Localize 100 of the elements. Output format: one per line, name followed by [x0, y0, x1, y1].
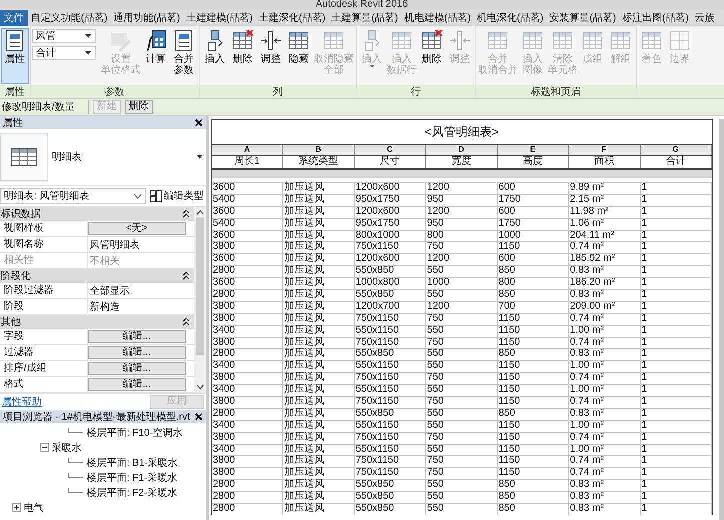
ribbon-tab[interactable]: 机电建模(品茗) — [401, 10, 474, 26]
column-letter[interactable]: G — [640, 145, 712, 155]
table-cell: 0.74 m² — [569, 242, 641, 254]
close-icon[interactable] — [195, 412, 203, 420]
column-header[interactable]: 高度 — [498, 156, 570, 168]
ribbon-button[interactable]: 隐藏 — [285, 28, 313, 84]
tree-item[interactable]: 楼层平面: B1-采暖水 — [87, 456, 178, 470]
ribbon-tab[interactable]: 通用功能(品茗) — [110, 10, 184, 26]
expander-icon[interactable] — [12, 503, 21, 512]
ribbon-tab[interactable]: 土建建模(品茗) — [183, 10, 256, 26]
ribbon-tab[interactable]: 云族 — [692, 10, 718, 26]
column-header[interactable]: 面积 — [569, 156, 641, 168]
context-button[interactable]: 删除 — [125, 100, 153, 114]
close-icon[interactable] — [195, 118, 203, 126]
table-cell: 3400 — [212, 361, 284, 372]
dropdown[interactable]: 风管 — [32, 29, 96, 43]
table-cell: 750x1150 — [354, 314, 426, 325]
scroll-thumb[interactable] — [196, 217, 204, 355]
tree-item[interactable]: 楼层平面: F10-空调水 — [87, 426, 184, 440]
table-cell: 1 — [640, 314, 712, 325]
table-cell: 加压送风 — [283, 492, 355, 504]
ribbon-button[interactable]: 属性 — [1, 28, 29, 84]
table-cell: 1000 — [426, 278, 498, 290]
column-letter[interactable]: C — [354, 145, 426, 155]
ribbon-button[interactable]: 删除 — [418, 28, 446, 84]
table-cell: 3800 — [212, 242, 284, 254]
column-header[interactable]: 合计 — [640, 156, 712, 168]
column-letter[interactable]: D — [426, 145, 498, 155]
table-cell: 1150 — [498, 385, 570, 396]
table-cell: 2800 — [212, 492, 284, 504]
file-tab[interactable]: 文件 — [0, 10, 28, 26]
table-cell: 1 — [640, 420, 712, 432]
property-value[interactable]: 风管明细表 — [88, 238, 140, 252]
table-cell: 加压送风 — [283, 266, 355, 278]
property-value[interactable]: 全部显示 — [88, 284, 130, 298]
column-header[interactable]: 周长1 — [212, 156, 284, 168]
tree-item[interactable]: 采暖水 — [52, 440, 82, 454]
column-letter[interactable]: B — [283, 145, 355, 155]
property-value[interactable]: 新构造 — [88, 300, 120, 314]
expander-icon[interactable] — [40, 443, 49, 452]
table-cell: 750 — [426, 456, 498, 468]
property-button[interactable]: 编辑... — [88, 330, 186, 343]
tree-item[interactable]: 楼层平面: F1-采暖水 — [87, 470, 178, 484]
ribbon-tab[interactable]: 机电深化(品茗) — [474, 10, 547, 26]
ribbon-button[interactable]: 删除 — [229, 28, 257, 84]
table-cell: 1 — [640, 230, 712, 242]
table-cell: 1 — [640, 361, 712, 372]
group-header[interactable]: 标识数据 — [0, 207, 194, 221]
table-cell: 2800 — [212, 504, 284, 515]
table-cell: 800 — [498, 278, 570, 290]
table-cell: 550 — [426, 492, 498, 504]
property-button[interactable]: 编辑... — [88, 346, 186, 359]
tree-item[interactable]: 楼层平面: F2-采暖水 — [87, 486, 178, 500]
type-selector[interactable]: 明细表 — [0, 129, 206, 186]
dropdown[interactable]: 合计 — [32, 46, 96, 60]
table-cell: 1000x800 — [354, 278, 426, 290]
table-cell: 3600 — [212, 230, 284, 242]
column-letter[interactable]: A — [212, 145, 284, 155]
table-cell: 750x1150 — [354, 242, 426, 254]
ribbon-tab[interactable]: 安装算量(品茗) — [546, 10, 620, 26]
table-cell: 3800 — [212, 302, 284, 313]
table-cell: 1 — [640, 218, 712, 230]
column-letter[interactable]: F — [569, 145, 641, 155]
table-cell: 9.89 m² — [569, 183, 641, 194]
group-header[interactable]: 阶段化 — [0, 269, 194, 283]
property-button[interactable]: 编辑... — [88, 378, 186, 391]
table-cell: 加压送风 — [283, 349, 355, 360]
table-cell: 800x1000 — [354, 230, 426, 242]
ribbon-button[interactable]: 合并 参数 — [170, 28, 198, 84]
property-label: 视图名称 — [0, 237, 88, 252]
table-cell: 750x1150 — [354, 456, 426, 468]
group-header[interactable]: 其他 — [0, 315, 194, 329]
ribbon-button[interactable]: 计算 — [142, 28, 170, 84]
column-header[interactable]: 尺寸 — [354, 156, 426, 168]
property-button[interactable]: 编辑... — [88, 362, 186, 375]
ribbon-tab[interactable]: 土建深化(品茗) — [256, 10, 329, 26]
ribbon-tab[interactable]: 标注出图(品茗) — [619, 10, 692, 26]
instance-dropdown[interactable]: 明细表: 风管明细表 — [0, 188, 146, 204]
scroll-up-icon[interactable] — [196, 210, 204, 215]
ribbon-button[interactable]: 插入 — [201, 28, 229, 84]
column-header[interactable]: 宽度 — [426, 156, 498, 168]
scroll-down-icon[interactable] — [196, 385, 204, 390]
ribbon-tab[interactable]: 土建算量(品茗) — [328, 10, 402, 26]
table-cell: 3400 — [212, 420, 284, 432]
edit-type-button[interactable]: 编辑类型 — [148, 189, 206, 203]
scrollbar[interactable] — [194, 207, 206, 393]
ribbon-button[interactable]: 调整 — [257, 28, 285, 84]
table-cell: 550x850 — [354, 504, 426, 515]
table-cell: 1150 — [498, 338, 570, 348]
table-cell: 550 — [426, 480, 498, 492]
table-cell: 1200x600 — [354, 206, 426, 218]
ribbon-tab[interactable]: 自定义功能(品茗) — [28, 10, 111, 26]
table-cell: 1150 — [498, 397, 570, 408]
help-link[interactable]: 属性帮助 — [2, 395, 42, 409]
column-letter[interactable]: E — [498, 145, 570, 155]
tree-item[interactable]: 电气 — [24, 500, 44, 514]
pencil-icon — [110, 30, 132, 52]
column-header[interactable]: 系统类型 — [283, 156, 355, 168]
property-button[interactable]: <无> — [88, 222, 186, 235]
table-cell: 1 — [640, 206, 712, 218]
